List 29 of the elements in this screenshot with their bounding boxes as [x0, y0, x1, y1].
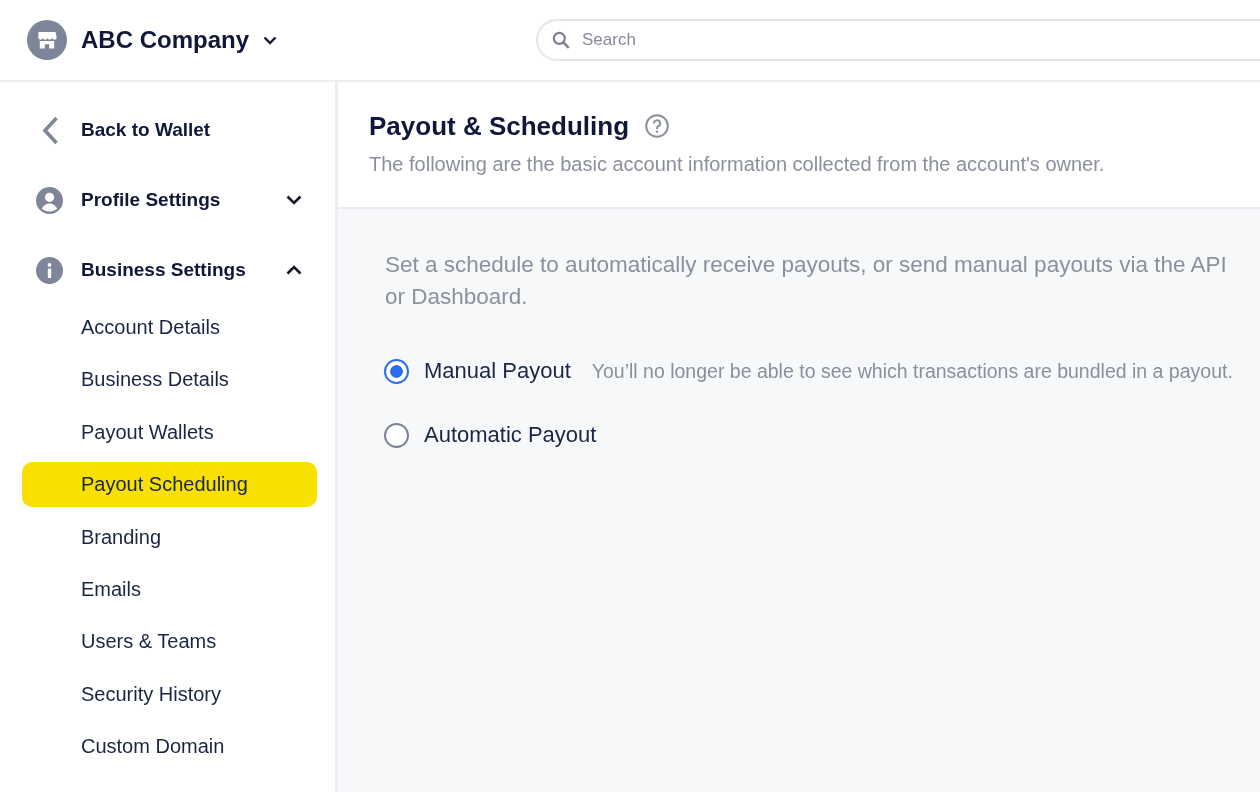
sidebar-item[interactable]: Business Details: [22, 357, 317, 403]
info-icon: [36, 256, 63, 284]
sidebar-section[interactable]: Profile Settings: [0, 165, 335, 235]
search-field[interactable]: Search: [536, 19, 1260, 61]
help-icon[interactable]: [645, 114, 670, 138]
sidebar-item[interactable]: Branding: [22, 514, 317, 560]
radio-button[interactable]: [384, 358, 409, 384]
sidebar-item[interactable]: Security History: [22, 671, 317, 717]
back-link[interactable]: Back to Wallet: [0, 95, 335, 165]
option-hint: You’ll no longer be able to see which transactions are bundled in a payout.: [591, 359, 1233, 383]
sidebar-item[interactable]: Custom Domain: [22, 724, 317, 770]
page-subtitle: The following are the basic account information collected from the account's owner.: [369, 152, 1106, 176]
store-logo-icon: [27, 20, 67, 60]
user-circle-icon: [36, 186, 63, 214]
sidebar-item[interactable]: Users & Teams: [22, 619, 317, 665]
sidebar-item[interactable]: Payout Scheduling: [22, 462, 317, 508]
search-icon: [552, 31, 570, 49]
caret-icon: [263, 35, 277, 45]
radio-button[interactable]: [384, 422, 409, 448]
option-label: Automatic Payout: [424, 422, 597, 448]
sidebar-section[interactable]: Business Settings: [0, 235, 335, 305]
description-text: Set a schedule to automatically receive payouts, or send manual payouts via the API or Dashboard.: [385, 251, 1228, 311]
page-title: Payout & Scheduling: [369, 110, 630, 142]
company-switcher[interactable]: ABC Company: [27, 20, 277, 60]
sidebar-item[interactable]: Emails: [22, 566, 317, 612]
sidebar-item[interactable]: Payout Wallets: [22, 409, 317, 455]
sidebar-item[interactable]: Account Details: [22, 305, 317, 350]
option-label: Manual Payout: [424, 358, 571, 384]
chevron-left-icon: [40, 115, 59, 145]
